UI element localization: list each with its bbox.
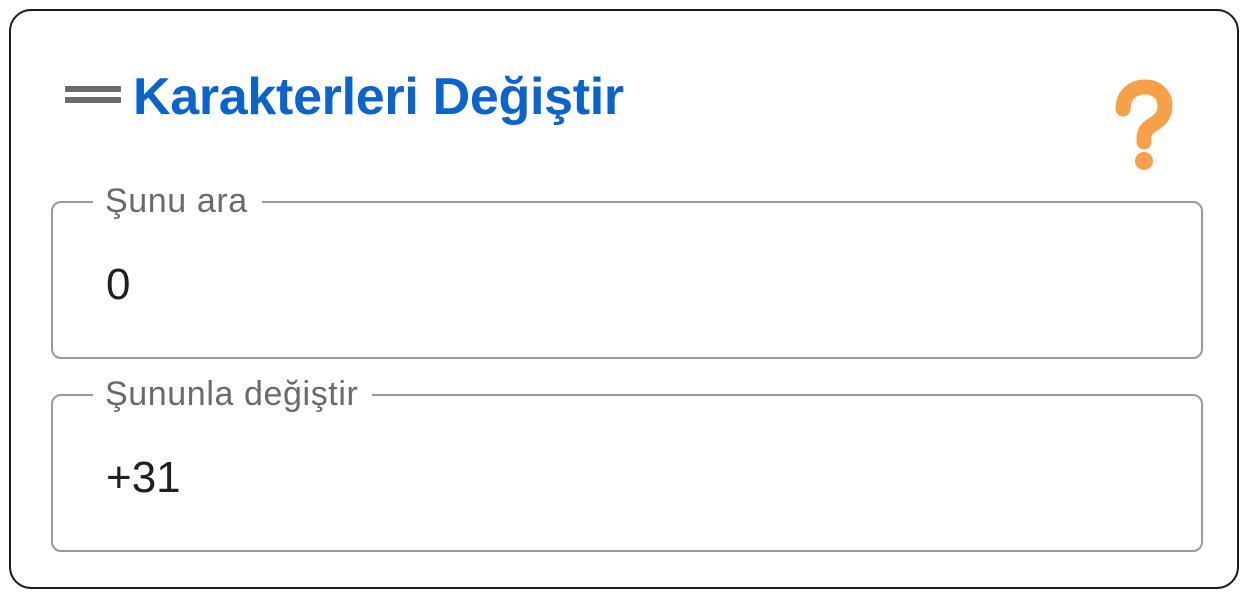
question-mark-icon[interactable] xyxy=(1109,79,1173,175)
replace-with-value[interactable]: +31 xyxy=(106,452,181,504)
drag-handle-bar-bottom xyxy=(65,97,121,103)
replace-with-label: Şununla değiştir xyxy=(93,374,373,414)
search-for-label: Şunu ara xyxy=(93,181,262,221)
question-mark-glyph xyxy=(1115,79,1173,170)
search-for-field[interactable]: Şunu ara 0 xyxy=(51,181,1203,359)
panel-title: Karakterleri Değiştir xyxy=(133,68,624,126)
drag-handle-bar-top xyxy=(65,86,121,92)
replace-with-field[interactable]: Şununla değiştir +31 xyxy=(51,374,1203,552)
search-for-value[interactable]: 0 xyxy=(106,259,130,311)
drag-handle-icon[interactable] xyxy=(65,82,121,104)
replace-characters-panel: Karakterleri Değiştir Şunu ara 0 Şununla… xyxy=(9,9,1239,589)
